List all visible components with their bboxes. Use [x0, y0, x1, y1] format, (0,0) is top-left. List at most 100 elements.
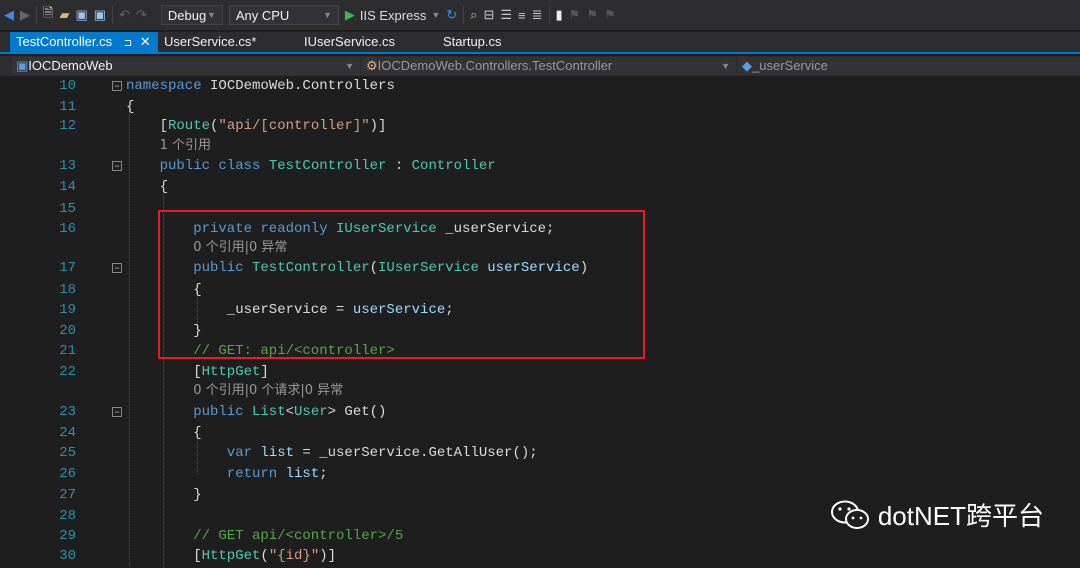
code-text: { [193, 423, 201, 443]
comment-icon[interactable]: ≣ [532, 7, 543, 23]
line-number: 27 [59, 487, 76, 503]
code-text: [HttpGet] [193, 362, 269, 382]
token: public [193, 404, 252, 420]
line-number: 23 [59, 404, 76, 420]
indent-icon[interactable]: ≡ [518, 8, 526, 23]
platform-select[interactable]: Any CPU ▼ [228, 5, 339, 25]
save-icon[interactable]: ▣ [75, 7, 87, 23]
token: ; [319, 466, 328, 482]
code-text: return list; [227, 464, 328, 484]
code-text: { [160, 177, 168, 197]
line-number: 29 [59, 528, 76, 544]
code-line: 22 [HttpGet] [0, 362, 1080, 382]
collapse-icon[interactable]: − [112, 407, 122, 417]
new-project-icon[interactable]: 🗎 [43, 4, 53, 26]
code-text: public List<User> Get() [193, 402, 386, 422]
code-line: 25 var list = _userService.GetAllUser(); [0, 443, 1080, 463]
collapse-icon[interactable]: − [112, 161, 122, 171]
chevron-down-icon: ▼ [721, 61, 730, 71]
save-all-icon[interactable]: ▣ [94, 7, 106, 23]
run-label: IIS Express [359, 7, 427, 23]
tab-label: TestController.cs [16, 34, 113, 49]
token: namespace [126, 78, 211, 94]
code-lens[interactable]: 0 个引用|0 个请求|0 异常 [0, 381, 1080, 401]
separator [36, 6, 37, 24]
chevron-down-icon: ▼ [431, 10, 441, 20]
bookmark-icon[interactable]: ▮ [556, 7, 563, 23]
token: User [294, 404, 328, 420]
token: : [386, 158, 412, 174]
separator [548, 6, 550, 24]
token: list [260, 445, 295, 461]
wechat-icon [830, 500, 869, 529]
code-text: namespace IOCDemoWeb.Controllers [126, 76, 395, 96]
clear-bookmark-icon[interactable]: ⚑ [604, 7, 616, 23]
code-text: [HttpGet("{id}")] [193, 546, 336, 566]
prev-bookmark-icon[interactable]: ⚑ [569, 7, 581, 23]
token: [ [159, 118, 168, 134]
find-icon[interactable]: ⌕ [470, 7, 477, 23]
token: list [285, 466, 320, 482]
close-icon[interactable]: ✕ [140, 34, 151, 49]
redo-icon[interactable]: ↷ [136, 7, 147, 23]
code-text: var list = _userService.GetAllUser(); [227, 443, 538, 463]
open-folder-icon[interactable]: ▰ [59, 7, 69, 23]
token: < [285, 404, 295, 420]
chevron-down-icon: ▼ [345, 61, 354, 71]
token: Route [168, 118, 211, 134]
code-lens[interactable]: 1 个引用 [0, 136, 1080, 156]
token: { [159, 179, 168, 195]
token: // GET api/<controller>/5 [193, 528, 404, 544]
code-line: 26 return list; [0, 464, 1080, 484]
token: var [226, 445, 261, 461]
tab-iuserservice[interactable]: IUserService.cs [298, 32, 401, 52]
separator [463, 6, 465, 24]
line-number: 20 [59, 323, 76, 339]
token: Controller [411, 158, 496, 174]
token: public class [159, 158, 269, 174]
collapse-icon[interactable]: − [112, 263, 122, 273]
token: > Get() [327, 404, 387, 420]
token: HttpGet [201, 364, 261, 380]
collapse-icon[interactable]: − [112, 81, 122, 91]
watermark-text: dotNET跨平台 [877, 501, 1044, 531]
project-icon: ▣ [16, 58, 29, 73]
configuration-select[interactable]: Debug ▼ [160, 5, 223, 25]
next-bookmark-icon[interactable]: ⚑ [586, 7, 598, 23]
token: [ [193, 548, 202, 564]
outline-icon[interactable]: ☰ [500, 7, 512, 23]
tab-userservice[interactable]: UserService.cs* [158, 32, 262, 52]
member-dropdown[interactable]: ◆_userService [738, 57, 1080, 75]
tab-label: Startup.cs [443, 34, 502, 49]
platform-value: Any CPU [235, 7, 290, 23]
member-label: _userService [752, 58, 828, 73]
line-number: 19 [59, 302, 76, 318]
field-icon: ◆ [742, 58, 752, 73]
token: ( [260, 548, 269, 564]
step-icon[interactable]: ⊟ [483, 7, 494, 23]
tab-startup[interactable]: Startup.cs [437, 32, 508, 52]
code-line: 24 { [0, 423, 1080, 443]
token: List [252, 404, 286, 420]
pin-icon[interactable]: ⊐ [124, 38, 132, 49]
token: ] [260, 364, 269, 380]
refresh-icon[interactable]: ↻ [446, 7, 457, 23]
project-dropdown[interactable]: ▣IOCDemoWeb ▼ [12, 57, 360, 75]
toolbar: ◀ ▶ 🗎 ▰ ▣ ▣ ↶ ↷ Debug ▼ Any CPU ▼ ▶ IIS Exp… [0, 0, 1080, 30]
token: "api/[controller]" [218, 118, 370, 134]
tab-label: IUserService.cs [304, 34, 396, 49]
type-dropdown[interactable]: ⚙IOCDemoWeb.Controllers.TestController ▼ [362, 57, 736, 75]
chevron-down-icon: ▼ [322, 10, 332, 20]
code-text: } [193, 485, 201, 505]
undo-icon[interactable]: ↶ [119, 7, 130, 23]
tab-testcontroller[interactable]: TestController.cs ⊐ ✕ [10, 32, 158, 52]
back-icon[interactable]: ◀ [4, 7, 14, 23]
code-text: public class TestController : Controller [160, 156, 496, 176]
line-number: 13 [59, 158, 76, 174]
code-line: 11 { [0, 97, 1080, 117]
line-number: 30 [59, 548, 76, 564]
run-button[interactable]: ▶ IIS Express ▼ [345, 7, 440, 23]
code-text: [Route("api/[controller]")] [160, 116, 387, 136]
reference-count: 1 个引用 [159, 138, 211, 153]
forward-icon[interactable]: ▶ [20, 7, 30, 23]
